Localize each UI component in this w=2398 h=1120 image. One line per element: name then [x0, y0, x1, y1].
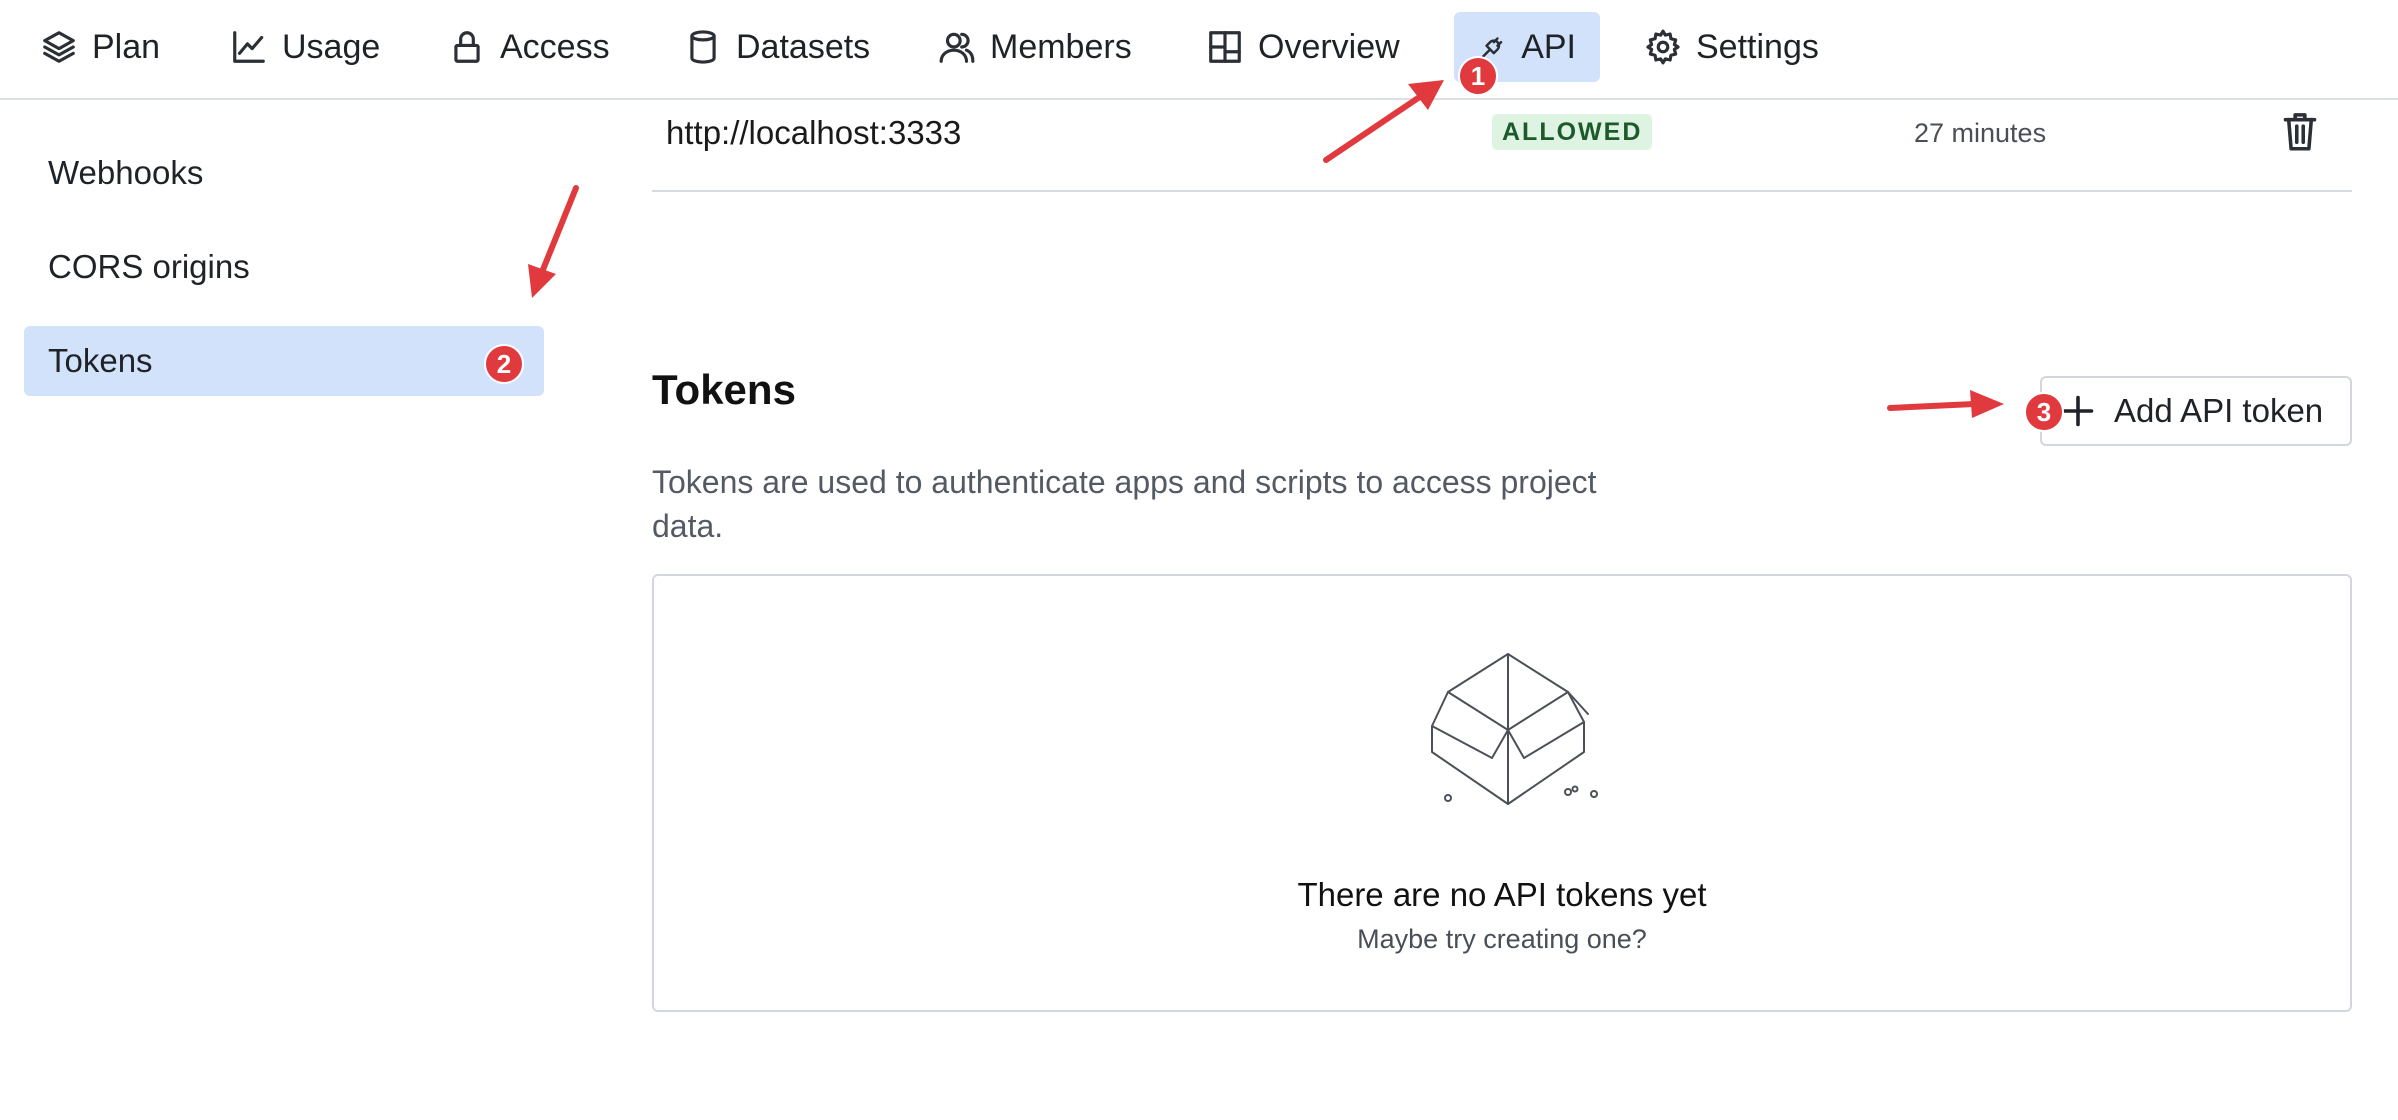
- open-box-icon: [1418, 652, 1598, 812]
- add-api-token-label: Add API token: [2114, 392, 2324, 429]
- sidebar-item-label: CORS origins: [48, 248, 250, 285]
- cors-origin-url: http://localhost:3333: [666, 114, 962, 151]
- annotation-arrow-3: [1887, 390, 2004, 418]
- tab-label: Access: [500, 27, 610, 66]
- gear-icon: [1646, 29, 1680, 65]
- empty-state-panel: There are no API tokens yet Maybe try cr…: [652, 574, 2352, 1012]
- tab-settings[interactable]: Settings: [1620, 12, 1843, 82]
- annotation-badge-2: 2: [484, 344, 524, 384]
- line-chart-icon: [233, 31, 265, 63]
- delete-origin-button[interactable]: [2280, 110, 2320, 152]
- cors-origin-row: http://localhost:3333 ALLOWED 27 minutes: [652, 108, 2352, 192]
- tab-label: Members: [990, 27, 1132, 66]
- tab-label: API: [1521, 27, 1576, 66]
- tab-members[interactable]: Members: [914, 12, 1156, 82]
- tab-usage[interactable]: Usage: [206, 12, 404, 82]
- sidebar-item-label: Tokens: [48, 342, 153, 379]
- lock-icon: [454, 31, 480, 63]
- cors-origin-age: 27 minutes: [1914, 118, 2047, 148]
- tab-datasets[interactable]: Datasets: [660, 12, 894, 82]
- empty-state-subtitle: Maybe try creating one?: [1357, 924, 1647, 954]
- tab-label: Settings: [1696, 27, 1819, 66]
- tab-plan[interactable]: Plan: [16, 12, 184, 82]
- sidebar-item-tokens[interactable]: Tokens: [24, 326, 544, 396]
- empty-state-title: There are no API tokens yet: [1297, 876, 1707, 913]
- section-title: Tokens: [652, 366, 796, 413]
- tab-label: Usage: [282, 27, 381, 66]
- sidebar-item-label: Webhooks: [48, 154, 204, 191]
- layers-icon: [43, 31, 75, 63]
- annotation-badge-3: 3: [2024, 392, 2064, 432]
- annotation-badge-1: 1: [1458, 56, 1498, 96]
- tab-access[interactable]: Access: [424, 12, 634, 82]
- users-icon: [939, 32, 975, 63]
- trash-icon: [2283, 113, 2317, 151]
- sidebar-item-webhooks[interactable]: Webhooks: [24, 138, 544, 208]
- tab-label: Overview: [1258, 27, 1400, 66]
- add-api-token-button[interactable]: Add API token: [2040, 376, 2352, 446]
- tab-label: Datasets: [736, 27, 871, 66]
- annotation-arrow-2: [528, 185, 579, 298]
- tab-label: Plan: [92, 27, 161, 66]
- status-badge: ALLOWED: [1492, 114, 1653, 150]
- plus-icon: [2062, 395, 2094, 427]
- top-navigation: Plan Usage Access Datasets Members Overv…: [0, 0, 2398, 100]
- database-icon: [690, 30, 716, 64]
- tab-overview[interactable]: Overview: [1182, 12, 1424, 82]
- annotation-arrow-1: [1323, 80, 1444, 163]
- layout-grid-icon: [1209, 31, 1241, 63]
- sidebar-item-cors-origins[interactable]: CORS origins: [24, 232, 544, 302]
- tokens-description: Tokens are used to authenticate apps and…: [652, 464, 1597, 544]
